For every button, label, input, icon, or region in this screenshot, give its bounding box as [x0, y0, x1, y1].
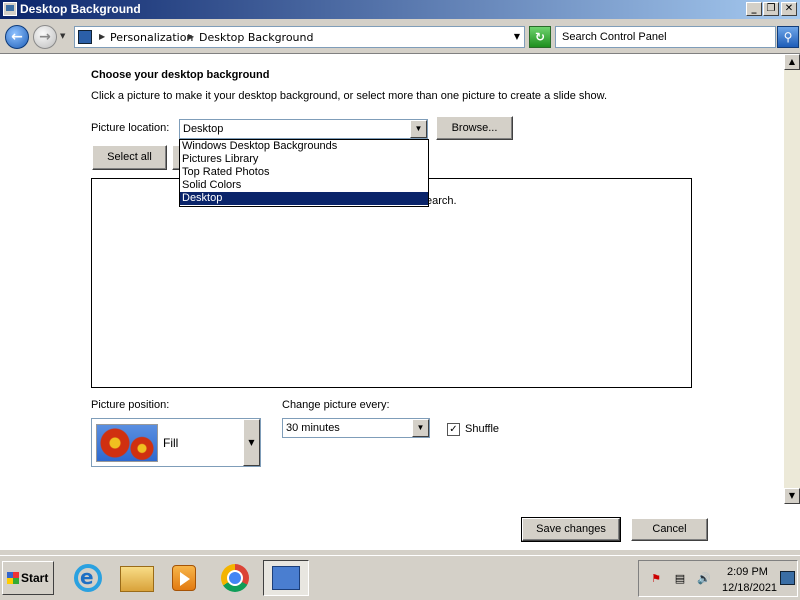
select-all-button[interactable]: Select all	[92, 145, 167, 170]
refresh-button[interactable]: ↻	[529, 26, 551, 48]
picture-location-value: Desktop	[183, 123, 224, 135]
page-title: Choose your desktop background	[91, 69, 270, 81]
option-solid-colors[interactable]: Solid Colors	[180, 179, 428, 192]
network-icon[interactable]: ▤	[673, 572, 687, 586]
change-interval-value: 30 minutes	[286, 422, 340, 434]
change-interval-select[interactable]: 30 minutes ▼	[282, 418, 430, 438]
chevron-down-icon[interactable]: ▼	[243, 419, 260, 466]
control-panel-icon	[3, 2, 17, 16]
breadcrumb-separator-icon[interactable]: ▶	[188, 32, 194, 41]
control-panel-icon	[78, 30, 92, 44]
scroll-down-button[interactable]: ▼	[784, 488, 800, 504]
breadcrumb-desktop-background[interactable]: Desktop Background	[199, 31, 314, 44]
picture-location-select[interactable]: Desktop ▼	[179, 119, 428, 139]
instructions-text: Click a picture to make it your desktop …	[91, 90, 608, 102]
volume-icon[interactable]: 🔊	[697, 572, 711, 586]
restore-button[interactable]: ❐	[763, 2, 779, 16]
picture-location-dropdown-list[interactable]: Windows Desktop Backgrounds Pictures Lib…	[179, 139, 429, 207]
chrome-icon[interactable]	[215, 560, 255, 596]
address-bar[interactable]: ▶ Personalization ▶ Desktop Background ▼	[74, 26, 525, 48]
close-button[interactable]: ✕	[781, 2, 797, 16]
option-desktop[interactable]: Desktop	[180, 192, 428, 205]
address-dropdown-icon[interactable]: ▼	[514, 32, 520, 41]
shuffle-checkbox[interactable]: ✓	[447, 423, 460, 436]
picture-position-label: Picture position:	[91, 399, 170, 411]
internet-explorer-icon[interactable]	[68, 560, 108, 596]
browse-button[interactable]: Browse...	[436, 116, 513, 140]
minimize-button[interactable]: _	[746, 2, 762, 16]
option-top-rated-photos[interactable]: Top Rated Photos	[180, 166, 428, 179]
control-panel-taskbar-button[interactable]	[263, 560, 309, 596]
windows-logo-icon	[7, 572, 19, 584]
empty-area-message: earch.	[426, 195, 457, 207]
windows-explorer-icon[interactable]	[117, 560, 157, 596]
search-icon[interactable]: ⚲	[777, 26, 799, 48]
start-label: Start	[21, 571, 49, 585]
clock-date[interactable]: 12/18/2021	[722, 582, 777, 594]
picture-list[interactable]: earch.	[91, 178, 692, 388]
picture-position-select[interactable]: Fill ▼	[91, 418, 261, 467]
control-panel-icon	[272, 566, 300, 590]
shuffle-label[interactable]: Shuffle	[465, 423, 499, 435]
option-pictures-library[interactable]: Pictures Library	[180, 153, 428, 166]
picture-position-value: Fill	[163, 436, 179, 450]
action-center-icon[interactable]: ⚑	[649, 572, 663, 586]
forward-button[interactable]: →	[33, 25, 57, 49]
fill-preview-thumbnail	[96, 424, 158, 462]
scroll-up-button[interactable]: ▲	[784, 54, 800, 70]
back-button[interactable]: ←	[5, 25, 29, 49]
title-bar: Desktop Background _ ❐ ✕	[0, 0, 800, 19]
media-player-icon[interactable]	[164, 560, 204, 596]
search-input[interactable]: Search Control Panel	[555, 26, 776, 48]
clock-time[interactable]: 2:09 PM	[727, 566, 768, 578]
show-desktop-icon[interactable]	[780, 571, 795, 585]
taskbar: Start ⚑ ▤ 🔊 2:09 PM 12/18/2021	[0, 555, 800, 600]
breadcrumb-personalization[interactable]: Personalization	[110, 31, 193, 44]
breadcrumb-separator-icon[interactable]: ▶	[99, 32, 105, 41]
address-toolbar: ← → ▼ ▶ Personalization ▶ Desktop Backgr…	[0, 19, 800, 54]
vertical-scrollbar[interactable]: ▲ ▼	[784, 54, 800, 504]
option-windows-desktop-backgrounds[interactable]: Windows Desktop Backgrounds	[180, 140, 428, 153]
window-title: Desktop Background	[20, 2, 141, 16]
start-button[interactable]: Start	[2, 561, 54, 595]
change-picture-every-label: Change picture every:	[282, 399, 390, 411]
picture-location-label: Picture location:	[91, 122, 170, 134]
system-tray: ⚑ ▤ 🔊 2:09 PM 12/18/2021	[638, 560, 798, 597]
save-changes-button[interactable]: Save changes	[521, 517, 621, 542]
recent-pages-dropdown[interactable]: ▼	[60, 32, 69, 42]
chevron-down-icon[interactable]: ▼	[410, 120, 427, 138]
chevron-down-icon[interactable]: ▼	[412, 419, 429, 437]
main-content: Choose your desktop background Click a p…	[0, 54, 784, 550]
cancel-button[interactable]: Cancel	[631, 518, 708, 541]
